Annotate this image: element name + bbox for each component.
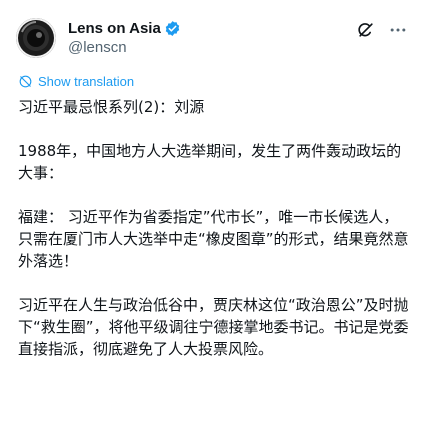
avatar[interactable]: [16, 18, 56, 58]
post-header: Lens on Asia @lenscn: [16, 14, 408, 60]
display-name-row: Lens on Asia: [68, 18, 181, 38]
post-paragraph: 福建： 习近平作为省委指定”代市长”，唯一市长候选人，只需在厦门市人大选举中走“…: [18, 208, 409, 270]
more-icon[interactable]: [388, 20, 408, 40]
camera-lens-logo-icon: [16, 18, 56, 58]
verified-badge-icon: [164, 20, 181, 37]
header-actions: [356, 20, 408, 40]
post-paragraph: 1988年，中国地方人大选举期间，发生了两件轰动政坛的大事：: [18, 142, 402, 182]
author-display-name[interactable]: Lens on Asia: [68, 20, 161, 37]
show-translation-link[interactable]: Show translation: [18, 74, 134, 89]
globe-icon: [18, 74, 33, 89]
author-handle[interactable]: @lenscn: [68, 39, 181, 56]
post-paragraph: 习近平在人生与政治低谷中，贾庆林这位“政治恩公”及时抛下“救生圈”，将他平级调往…: [18, 296, 409, 358]
post-paragraph: 习近平最忌恨系列(2)：刘源: [18, 98, 205, 116]
author-names: Lens on Asia @lenscn: [68, 18, 181, 56]
post-text: 习近平最忌恨系列(2)：刘源 1988年，中国地方人大选举期间，发生了两件轰动政…: [18, 96, 410, 360]
grok-icon[interactable]: [356, 20, 376, 40]
show-translation-label: Show translation: [38, 74, 135, 89]
post: Lens on Asia @lenscn Show translation 习近…: [0, 0, 424, 423]
